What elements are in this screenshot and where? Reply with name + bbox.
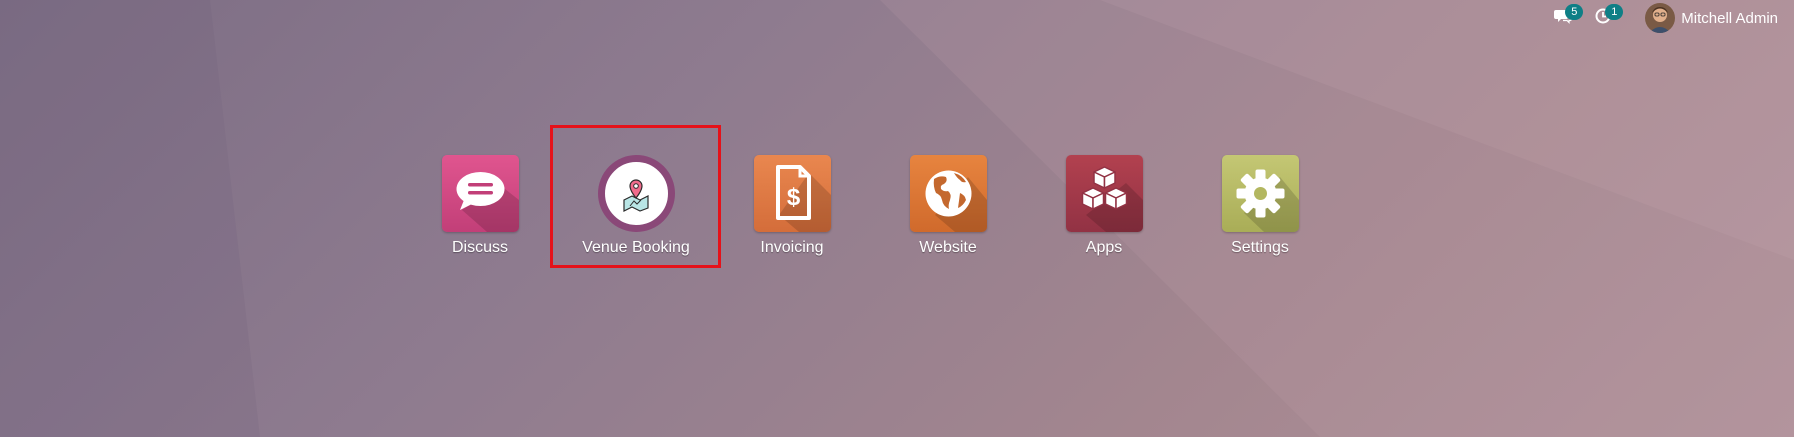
- gear-icon: [1221, 155, 1299, 232]
- activities-menu[interactable]: 1: [1583, 0, 1624, 36]
- chat-bubble-icon: [441, 155, 519, 232]
- map-pin-icon: [597, 155, 675, 232]
- app-settings[interactable]: Settings: [1185, 155, 1335, 257]
- app-label-venue-booking: Venue Booking: [582, 239, 690, 256]
- activities-badge: 1: [1605, 4, 1624, 20]
- app-invoicing[interactable]: $ Invoicing: [717, 155, 867, 257]
- cubes-icon: [1065, 155, 1143, 232]
- avatar: [1645, 3, 1676, 33]
- user-name: Mitchell Admin: [1681, 9, 1778, 27]
- app-discuss[interactable]: Discuss: [405, 155, 555, 257]
- globe-icon: [909, 155, 987, 232]
- app-venue-booking[interactable]: Venue Booking: [561, 155, 711, 257]
- app-apps[interactable]: Apps: [1029, 155, 1179, 257]
- messages-badge: 5: [1565, 4, 1584, 20]
- app-label-discuss: Discuss: [451, 239, 508, 256]
- messages-menu[interactable]: 5: [1543, 0, 1584, 36]
- app-label-settings: Settings: [1231, 239, 1289, 256]
- invoice-dollar-icon: $: [753, 155, 831, 232]
- app-website[interactable]: Website: [873, 155, 1023, 257]
- svg-text:$: $: [786, 184, 800, 211]
- app-label-invoicing: Invoicing: [760, 239, 824, 256]
- app-label-website: Website: [919, 239, 977, 256]
- user-menu[interactable]: Mitchell Admin: [1645, 0, 1778, 36]
- app-label-apps: Apps: [1085, 239, 1123, 256]
- systray: 5 1 Mitchell Admin: [1543, 0, 1794, 36]
